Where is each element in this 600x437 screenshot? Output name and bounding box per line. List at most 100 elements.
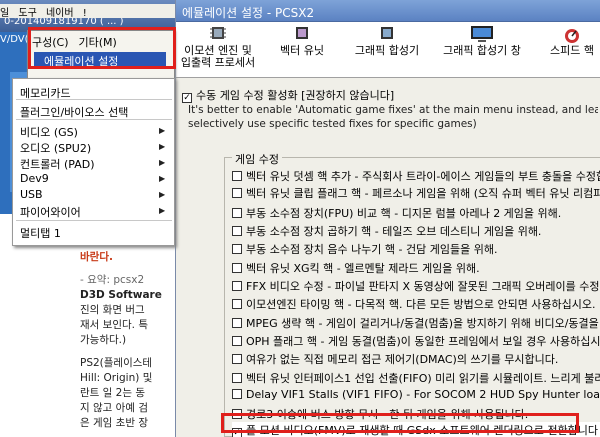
article-line: 지 않고 아예 검	[80, 402, 148, 414]
submenu-arrow-icon: ▶	[159, 190, 166, 199]
checkbox-label: 벡터 유닛 인터페이스1 선입 선출(FIFO) 미리 읽기를 시뮬레이트. 느…	[246, 372, 600, 385]
gamefix-checkbox[interactable]: 부동 소수점 장치 곱하기 핵 - 테일즈 오브 데스티니 게임을 위해.	[232, 223, 600, 239]
checkbox-label: 부동 소수점 장치 음수 나누기 핵 - 건담 게임들을 위해.	[246, 243, 498, 256]
checkbox-box[interactable]	[232, 244, 242, 254]
menu-separator	[16, 99, 172, 100]
bg-menu-item[interactable]: 네이버	[46, 8, 74, 18]
menu-item[interactable]: Dev9	[20, 172, 49, 185]
note-line: selectively use specific tested fixes fo…	[188, 118, 477, 130]
vector-unit-icon	[296, 27, 308, 39]
gamefix-checkbox[interactable]: 이모션엔진 타이밍 핵 - 다목적 핵. 다른 모든 방법으로 안되면 사용하십…	[232, 296, 600, 312]
menu-item[interactable]: 컨트롤러 (PAD)	[20, 156, 94, 172]
article-heading: 바란다.	[80, 251, 113, 263]
submenu-arrow-icon: ▶	[159, 158, 166, 167]
checkbox-box[interactable]	[232, 389, 242, 399]
settings-toolbar: 이모션 엔진 및 입출력 프로세서 벡터 유닛 그래픽 합성기 그래픽 합성기 …	[176, 22, 600, 78]
monitor-icon	[471, 26, 493, 42]
checkbox-box[interactable]	[232, 373, 242, 383]
gamefix-checkbox[interactable]: 여유가 없는 직접 메모리 접근 제어기(DMAC)의 쓰기를 무시합니다.	[232, 351, 600, 367]
tab-label: 그래픽 합성기	[354, 44, 420, 57]
gamefix-panel: ✓ 수동 게임 수정 활성화 [권장하지 않습니다] It's better to…	[176, 79, 600, 437]
tab-speed-hacks[interactable]: 스피드 핵	[542, 25, 600, 73]
bg-menu-item[interactable]: 도구	[18, 8, 36, 18]
submenu-arrow-icon: ▶	[159, 206, 166, 215]
checkbox-box[interactable]	[232, 354, 242, 364]
gamefix-checkbox[interactable]: 부동 소수점 장치 음수 나누기 핵 - 건담 게임들을 위해.	[232, 241, 600, 257]
checkbox-box[interactable]	[232, 299, 242, 309]
menu-item[interactable]: USB	[20, 188, 43, 201]
checkbox-box[interactable]	[232, 263, 242, 273]
gamefix-checkbox[interactable]: FFX 비디오 수정 - 파이널 판타지 X 동영상에 잘못된 그래픽 오버레이…	[232, 278, 600, 294]
checkbox-label: 부동 소수점 장치 곱하기 핵 - 테일즈 오브 데스티니 게임을 위해.	[246, 225, 542, 238]
article-line: 가능하다.)	[80, 334, 127, 346]
checkbox-box[interactable]	[232, 208, 242, 218]
note-line: It's better to enable 'Automatic game fi…	[188, 104, 598, 116]
summary-value: pcsx2	[113, 274, 145, 286]
summary-label: - 요약:	[80, 274, 110, 286]
article-line: 진의 화면 버그	[80, 304, 145, 316]
background-menubar: 일 도구 네이버 !	[0, 4, 175, 18]
article-line: Hill: Origin) 및	[80, 372, 153, 384]
tab-graphics-synth[interactable]: 그래픽 합성기	[352, 25, 422, 73]
checkbox-label: 벡터 유닛 클립 플래그 핵 - 페르소나 게임을 위해 (오직 슈퍼 벡터 유…	[246, 187, 600, 200]
menu-item[interactable]: 멀티탭 1	[20, 225, 61, 241]
tab-graphics-window[interactable]: 그래픽 합성기 창	[436, 25, 528, 73]
highlight-box-menu	[28, 27, 176, 69]
enable-manual-gamefix-checkbox[interactable]: ✓ 수동 게임 수정 활성화 [권장하지 않습니다]	[182, 87, 394, 103]
checkbox-box[interactable]	[232, 226, 242, 236]
article-line: 재서 보인다. 특	[80, 319, 148, 331]
checkbox-label: Delay VIF1 Stalls (VIF1 FIFO) - For SOCO…	[246, 388, 600, 401]
menu-separator	[16, 119, 172, 120]
gamefix-checkbox[interactable]: 벡터 유닛 XG킥 핵 - 엘르멘탈 제라드 게임을 위해.	[232, 260, 600, 276]
submenu-arrow-icon: ▶	[159, 126, 166, 135]
gs-chip-icon	[381, 27, 393, 39]
menu-item[interactable]: 플러그인/바이오스 선택	[20, 104, 128, 120]
dialog-title: 에뮬레이션 설정 - PCSX2	[176, 0, 600, 22]
checkbox-box[interactable]	[232, 188, 242, 198]
checkbox-box[interactable]	[232, 281, 242, 291]
menu-item[interactable]: 비디오 (GS)	[20, 124, 78, 140]
submenu-arrow-icon: ▶	[159, 142, 166, 151]
checkbox-box[interactable]	[232, 318, 242, 328]
tab-label: 스피드 핵	[550, 44, 594, 57]
speedometer-icon	[565, 29, 579, 43]
article-line: 은 게임 초반 장	[80, 417, 148, 429]
highlight-box-fmv-option	[221, 413, 579, 433]
gamefix-checkbox[interactable]: 벡터 유닛 덧셈 핵 추가 - 주식회사 트라이-에이스 게임들의 부트 충돌을…	[232, 168, 600, 184]
checkbox-box[interactable]	[232, 336, 242, 346]
gamefix-checkbox[interactable]: OPH 플래그 핵 - 게임 동결(멈춤)이 동일한 프레임에서 보일 경우 사…	[232, 333, 600, 349]
checkbox-label: 부동 소수점 장치(FPU) 비교 핵 - 디지몬 럼블 아레나 2 게임을 위…	[246, 207, 562, 220]
checkbox-label: 벡터 유닛 XG킥 핵 - 엘르멘탈 제라드 게임을 위해.	[246, 262, 480, 275]
checkbox-label: 이모션엔진 타이밍 핵 - 다목적 핵. 다른 모든 방법으로 안되면 사용하십…	[246, 298, 596, 311]
gamefix-checkbox[interactable]: MPEG 생략 핵 - 게임이 걸리거나/동결(멈춤)을 방지하기 위해 비디오…	[232, 315, 600, 331]
bg-menu-item[interactable]: 일	[0, 8, 9, 18]
menu-separator	[16, 220, 172, 221]
gamefix-checkbox[interactable]: 벡터 유닛 인터페이스1 선입 선출(FIFO) 미리 읽기를 시뮬레이트. 느…	[232, 370, 600, 386]
bg-left-label: V/DV(	[0, 34, 29, 45]
gamefix-checkbox[interactable]: 부동 소수점 장치(FPU) 비교 핵 - 디지몬 럼블 아레나 2 게임을 위…	[232, 205, 600, 221]
cpu-chip-icon	[210, 27, 226, 39]
checkbox-label: MPEG 생략 핵 - 게임이 걸리거나/동결(멈춤)을 방지하기 위해 비디오…	[246, 317, 600, 330]
tab-ee-iop[interactable]: 이모션 엔진 및 입출력 프로세서	[178, 25, 258, 73]
tab-label: 그래픽 합성기 창	[443, 44, 521, 57]
article-line: 란트 일 2는 동	[80, 387, 145, 399]
checkbox-label: 여유가 없는 직접 메모리 접근 제어기(DMAC)의 쓰기를 무시합니다.	[246, 353, 559, 366]
menu-item[interactable]: 오디오 (SPU2)	[20, 140, 91, 156]
background-article: 바란다. - 요약: pcsx2 D3D Software 진의 화면 버그 재…	[80, 250, 175, 431]
submenu-arrow-icon: ▶	[159, 174, 166, 183]
emulation-settings-dialog: 에뮬레이션 설정 - PCSX2 이모션 엔진 및 입출력 프로세서 벡터 유닛…	[175, 0, 600, 437]
bg-menu-item[interactable]: !	[83, 8, 87, 18]
checkbox-label: OPH 플래그 핵 - 게임 동결(멈춤)이 동일한 프레임에서 보일 경우 사…	[246, 335, 600, 348]
tab-vector-unit[interactable]: 벡터 유닛	[272, 25, 332, 73]
article-line: PS2(플레이스테	[80, 357, 153, 369]
tab-label: 벡터 유닛	[280, 44, 324, 57]
checkbox-box[interactable]: ✓	[182, 93, 192, 103]
gamefix-checkbox[interactable]: 벡터 유닛 클립 플래그 핵 - 페르소나 게임을 위해 (오직 슈퍼 벡터 유…	[232, 185, 600, 201]
article-line: D3D Software	[80, 289, 162, 301]
checkbox-label: 수동 게임 수정 활성화 [권장하지 않습니다]	[196, 89, 395, 102]
tab-label: 입출력 프로세서	[180, 56, 256, 69]
checkbox-box[interactable]	[232, 171, 242, 181]
menu-item[interactable]: 파이어와이어	[20, 204, 81, 220]
gamefix-checkbox[interactable]: Delay VIF1 Stalls (VIF1 FIFO) - For SOCO…	[232, 388, 600, 401]
config-submenu: 메모리카드 플러그인/바이오스 선택 비디오 (GS) ▶ 오디오 (SPU2) ▶…	[12, 78, 175, 246]
